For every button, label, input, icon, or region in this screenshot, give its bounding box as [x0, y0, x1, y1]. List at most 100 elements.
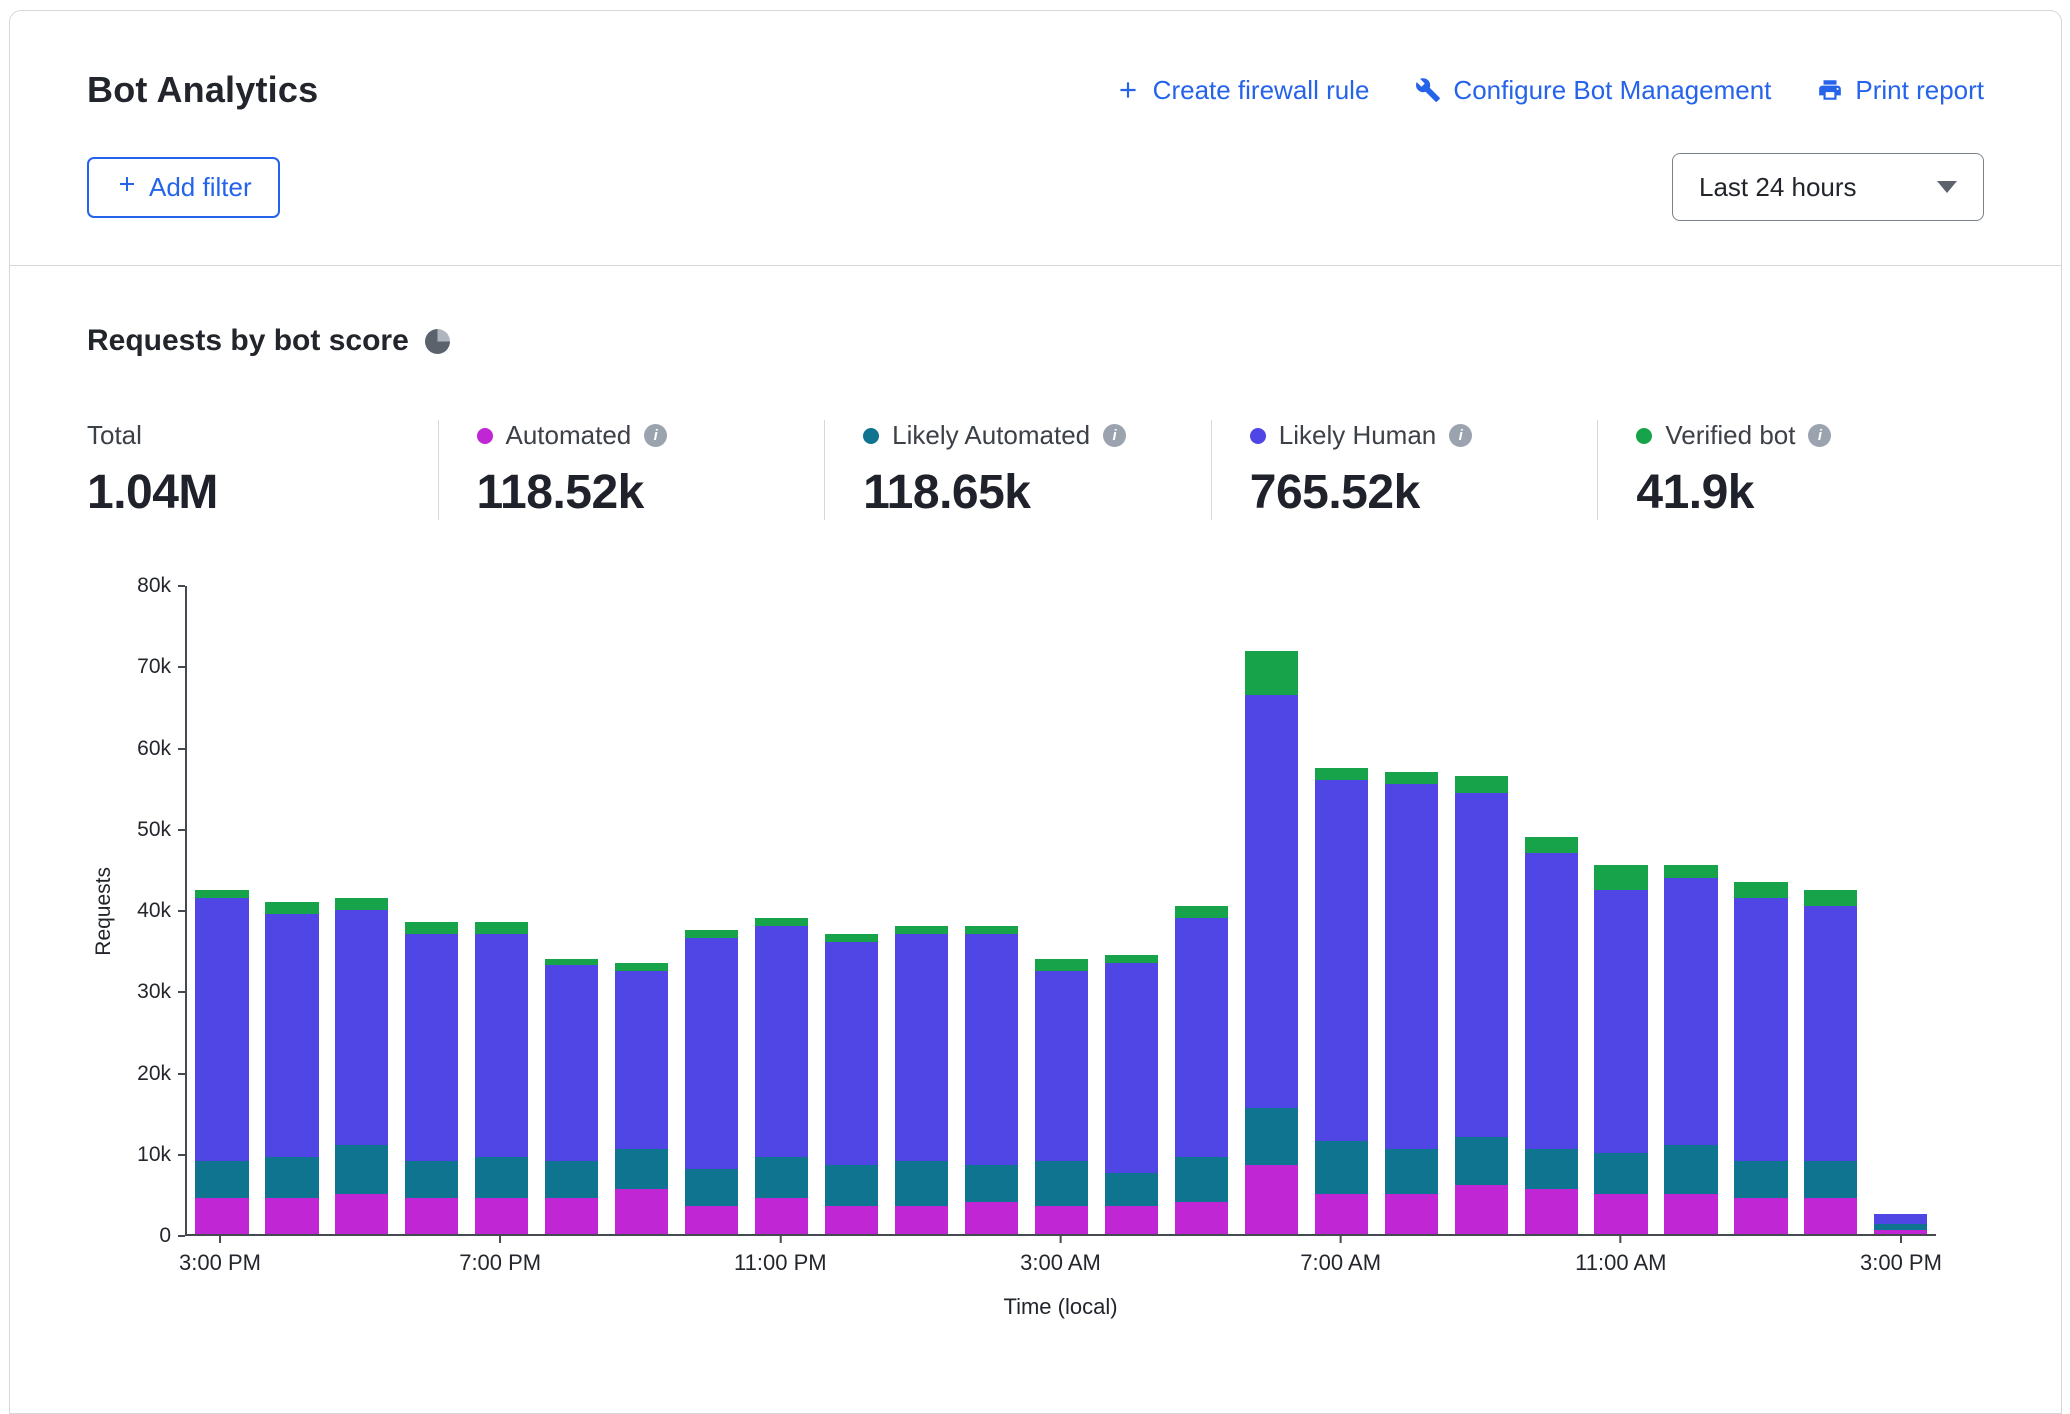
bar-segment-likely-automated [1664, 1145, 1717, 1194]
bar-5-00-pm[interactable] [327, 586, 397, 1234]
bar-3-00-pm[interactable] [1866, 586, 1936, 1234]
bar-segment-automated [1804, 1198, 1857, 1234]
bar-segment-automated [965, 1202, 1018, 1234]
bar-segment-likely-automated [615, 1149, 668, 1190]
info-icon[interactable] [1808, 424, 1831, 447]
bar-12-00-pm[interactable] [1656, 586, 1726, 1234]
bar-11-00-am[interactable] [1586, 586, 1656, 1234]
bar-segment-likely-human [895, 934, 948, 1161]
bar-6-00-am[interactable] [1236, 586, 1306, 1234]
bar-segment-automated [685, 1206, 738, 1234]
bar-segment-likely-automated [825, 1165, 878, 1206]
bar-segment-automated [825, 1206, 878, 1234]
bar-2-00-am[interactable] [956, 586, 1026, 1234]
bar-9-00-am[interactable] [1446, 586, 1516, 1234]
info-icon[interactable] [644, 424, 667, 447]
bar-segment-likely-automated [405, 1161, 458, 1197]
configure-bot-management-link[interactable]: Configure Bot Management [1415, 75, 1771, 106]
bar-1-00-am[interactable] [887, 586, 957, 1234]
plus-icon [115, 172, 139, 203]
stat-label: Automated [506, 420, 632, 451]
bar-segment-automated [1664, 1194, 1717, 1235]
bar-1-00-pm[interactable] [1726, 586, 1796, 1234]
bar-segment-verified-bot [1175, 906, 1228, 918]
bar-segment-likely-automated [265, 1157, 318, 1198]
bar-segment-automated [615, 1189, 668, 1234]
bar-segment-verified-bot [405, 922, 458, 934]
info-icon[interactable] [1449, 424, 1472, 447]
bar-segment-likely-automated [1804, 1161, 1857, 1197]
bar-segment-likely-automated [1315, 1141, 1368, 1194]
bar-segment-likely-human [335, 910, 388, 1145]
bar-segment-verified-bot [1664, 865, 1717, 877]
bar-segment-likely-human [265, 914, 318, 1157]
bar-segment-verified-bot [615, 963, 668, 971]
bar-segment-verified-bot [685, 930, 738, 938]
bar-10-00-pm[interactable] [677, 586, 747, 1234]
y-tick: 80k [137, 574, 185, 598]
y-tick: 10k [137, 1143, 185, 1167]
stat-label: Verified bot [1665, 420, 1795, 451]
bar-segment-likely-automated [685, 1169, 738, 1205]
automated-legend-dot [477, 428, 493, 444]
bar-4-00-pm[interactable] [257, 586, 327, 1234]
bar-segment-likely-human [1315, 780, 1368, 1140]
bar-segment-likely-human [1874, 1214, 1927, 1225]
requests-by-bot-score-section: Requests by bot score Total 1.04M Automa… [10, 324, 2061, 1320]
y-axis-title: Requests [87, 586, 121, 1236]
print-report-link[interactable]: Print report [1817, 75, 1984, 106]
y-tick: 60k [137, 737, 185, 761]
x-tick: 7:00 PM [459, 1236, 541, 1276]
time-range-value: Last 24 hours [1699, 172, 1857, 203]
add-filter-button[interactable]: Add filter [87, 157, 280, 218]
bar-3-00-am[interactable] [1026, 586, 1096, 1234]
bar-segment-likely-automated [1385, 1149, 1438, 1194]
stat-value: 1.04M [87, 465, 408, 520]
bar-9-00-pm[interactable] [607, 586, 677, 1234]
bar-segment-likely-human [1664, 878, 1717, 1145]
bar-4-00-am[interactable] [1096, 586, 1166, 1234]
bar-12-00-am[interactable] [817, 586, 887, 1234]
chart-plot [185, 586, 1936, 1236]
create-firewall-rule-link[interactable]: Create firewall rule [1115, 75, 1370, 106]
bar-segment-automated [1385, 1194, 1438, 1235]
bar-11-00-pm[interactable] [747, 586, 817, 1234]
y-tick: 20k [137, 1062, 185, 1086]
bar-segment-verified-bot [1035, 959, 1088, 971]
bar-segment-verified-bot [825, 934, 878, 942]
time-range-select[interactable]: Last 24 hours [1672, 153, 1984, 221]
bar-8-00-pm[interactable] [537, 586, 607, 1234]
bar-segment-automated [1035, 1206, 1088, 1234]
bar-segment-likely-human [825, 942, 878, 1165]
bar-segment-likely-human [1455, 793, 1508, 1137]
bar-segment-automated [1315, 1194, 1368, 1235]
plus-icon [1115, 77, 1141, 103]
bar-7-00-pm[interactable] [467, 586, 537, 1234]
bar-8-00-am[interactable] [1376, 586, 1446, 1234]
stat-value: 118.65k [863, 465, 1181, 520]
bar-segment-automated [1594, 1194, 1647, 1235]
bar-segment-likely-human [195, 898, 248, 1161]
bar-2-00-pm[interactable] [1796, 586, 1866, 1234]
bar-6-00-pm[interactable] [397, 586, 467, 1234]
bar-segment-likely-human [405, 934, 458, 1161]
bar-7-00-am[interactable] [1306, 586, 1376, 1234]
x-tick: 3:00 AM [1020, 1236, 1101, 1276]
stat-verified-bot: Verified bot 41.9k [1597, 420, 1984, 520]
bar-3-00-pm[interactable] [187, 586, 257, 1234]
y-tick: 70k [137, 655, 185, 679]
bar-10-00-am[interactable] [1516, 586, 1586, 1234]
bar-segment-likely-human [965, 934, 1018, 1165]
x-tick: 3:00 PM [1860, 1236, 1942, 1276]
action-label: Configure Bot Management [1453, 75, 1771, 106]
bar-segment-automated [475, 1198, 528, 1234]
bar-5-00-am[interactable] [1166, 586, 1236, 1234]
bar-segment-verified-bot [335, 898, 388, 910]
stat-label: Likely Automated [892, 420, 1090, 451]
action-label: Print report [1855, 75, 1984, 106]
bar-segment-likely-automated [1175, 1157, 1228, 1202]
x-tick: 3:00 PM [179, 1236, 261, 1276]
bar-segment-likely-human [1105, 963, 1158, 1174]
info-icon[interactable] [1103, 424, 1126, 447]
x-tick: 11:00 AM [1575, 1236, 1666, 1276]
